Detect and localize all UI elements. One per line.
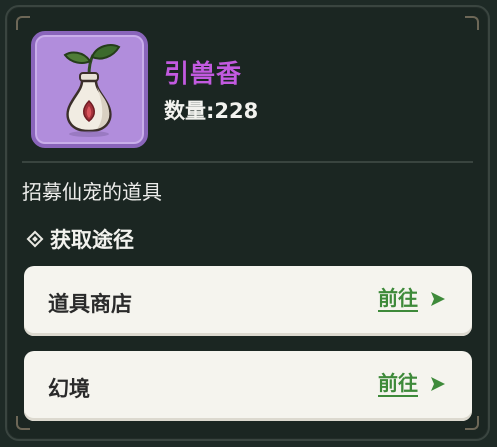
divider	[22, 161, 473, 163]
source-name: 幻境	[48, 377, 90, 401]
item-count: 数量:228	[164, 99, 259, 123]
arrow-right-icon[interactable]	[428, 290, 448, 308]
sources-heading: 获取途径	[24, 226, 134, 252]
item-description: 招募仙宠的道具	[22, 180, 162, 204]
goto-button[interactable]: 前往	[378, 286, 448, 312]
goto-label[interactable]: 前往	[378, 286, 418, 312]
item-name: 引兽香	[164, 59, 243, 88]
arrow-right-icon[interactable]	[428, 375, 448, 393]
goto-button[interactable]: 前往	[378, 371, 448, 397]
panel-corner-ornament	[16, 16, 30, 30]
goto-label[interactable]: 前往	[378, 371, 418, 397]
source-row-illusion-realm[interactable]: 幻境 前往	[24, 351, 472, 421]
source-row-item-shop[interactable]: 道具商店 前往	[24, 266, 472, 336]
diamond-bullet-icon	[26, 230, 44, 248]
panel-corner-ornament	[465, 16, 479, 30]
item-icon-frame	[31, 31, 148, 148]
flower-vase-icon	[63, 44, 121, 137]
sources-heading-label: 获取途径	[50, 228, 134, 252]
source-name: 道具商店	[48, 292, 132, 316]
